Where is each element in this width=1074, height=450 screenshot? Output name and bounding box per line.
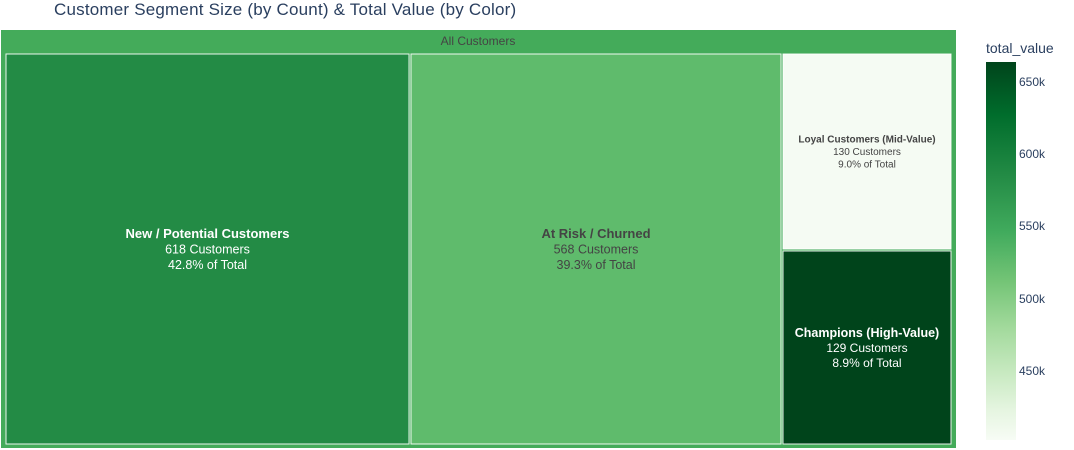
- colorbar-title: total_value: [986, 40, 1054, 56]
- colorbar-tick-label: 450k: [1019, 363, 1046, 378]
- tile-count: 568 Customers: [554, 243, 639, 257]
- tile-share: 39.3% of Total: [557, 258, 636, 272]
- tile-share: 9.0% of Total: [838, 160, 896, 171]
- tile-count: 130 Customers: [833, 147, 901, 158]
- treemap: All Customers New / Potential Customers 6…: [1, 30, 956, 448]
- colorbar-tick-label: 600k: [1019, 147, 1046, 162]
- colorbar-tick-label: 650k: [1019, 75, 1046, 90]
- tile-count: 618 Customers: [165, 243, 250, 257]
- tile-share: 8.9% of Total: [832, 356, 901, 370]
- tile-label: New / Potential Customers: [126, 226, 290, 241]
- colorbar: [986, 62, 1016, 440]
- tile-count: 129 Customers: [826, 341, 907, 355]
- tile-share: 42.8% of Total: [168, 258, 247, 272]
- tile-label: At Risk / Churned: [541, 226, 650, 241]
- tile-label: Champions (High-Value): [795, 326, 939, 340]
- colorbar-tick-label: 550k: [1019, 219, 1046, 234]
- colorbar-tick-label: 500k: [1019, 291, 1046, 306]
- treemap-root-label: All Customers: [441, 34, 516, 48]
- tile-label: Loyal Customers (Mid-Value): [798, 135, 935, 146]
